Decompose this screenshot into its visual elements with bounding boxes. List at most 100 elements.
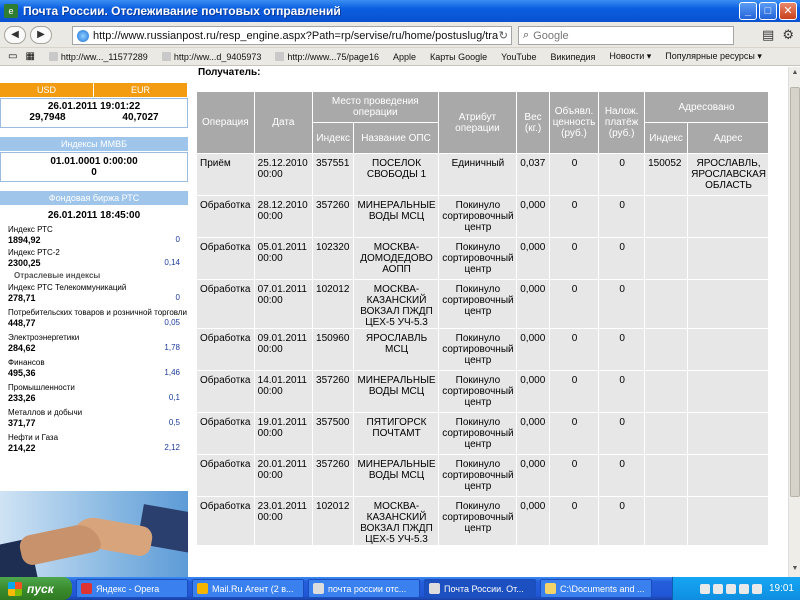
window-titlebar[interactable]: e Почта России. Отслеживание почтовых от… (0, 0, 800, 22)
index-item[interactable]: Потребительских товаров и розничной торг… (0, 308, 188, 328)
cell-index: 357500 (313, 413, 354, 454)
taskbar-item[interactable]: Яндекс - Opera (76, 579, 188, 598)
index-item[interactable]: Индекс РТС Телекоммуникаций 278,71 0 (0, 283, 188, 303)
cell-attribute: Покинуло сортировочный центр (438, 196, 517, 237)
book-icon[interactable]: ▭ (8, 51, 17, 62)
table-row: Обработка 20.01.2011 00:00 357260 МИНЕРАЛЬН… (197, 455, 768, 496)
scroll-down-icon[interactable]: ▼ (790, 565, 800, 575)
browser-icon (313, 583, 324, 594)
maximize-button[interactable]: □ (759, 2, 777, 20)
url-text[interactable]: http://www.russianpost.ru/resp_engine.as… (93, 30, 498, 42)
cell-weight: 0,000 (517, 196, 549, 237)
minimize-button[interactable]: _ (739, 2, 757, 20)
col-addr-index: Индекс (645, 123, 688, 153)
cell-declared: 0 (549, 154, 599, 195)
table-row: Обработка 14.01.2011 00:00 357260 МИНЕРАЛЬН… (197, 371, 768, 412)
index-change: 1,78 (164, 343, 180, 352)
scroll-thumb[interactable] (790, 87, 800, 497)
cell-ops-name: ПЯТИГОРСК ПОЧТАМТ (354, 413, 438, 454)
scroll-up-icon[interactable]: ▲ (790, 69, 800, 79)
sector-heading: Отраслевые индексы (14, 271, 101, 280)
bookmark-item[interactable]: Популярные ресурсы ▾ (665, 51, 762, 62)
cell-index: 102012 (313, 280, 354, 328)
cell-declared: 0 (549, 329, 599, 370)
bookmark-item[interactable]: http://www...75/page16 (275, 52, 379, 62)
index-item[interactable]: Электроэнергетики 284,62 1,78 (0, 333, 188, 353)
forward-button[interactable]: ▶ (30, 25, 52, 44)
bookmark-item[interactable]: http://ww...d_9405973 (161, 52, 261, 62)
taskbar-item[interactable]: почта россии отс... (308, 579, 420, 598)
cell-operation: Обработка (197, 455, 254, 496)
bookmark-item[interactable]: Карты Google (430, 52, 487, 62)
grid-icon[interactable]: ▦ (25, 51, 34, 62)
cell-date: 28.12.2010 00:00 (254, 196, 313, 237)
taskbar-item[interactable]: Mail.Ru Агент (2 в... (192, 579, 304, 598)
vertical-scrollbar[interactable]: ▲ ▼ (788, 67, 800, 577)
taskbar-item[interactable]: C:\Documents and ... (540, 579, 652, 598)
index-change: 0,1 (168, 393, 180, 402)
bookmark-item[interactable]: YouTube (501, 52, 536, 62)
cell-address (688, 455, 768, 496)
bookmark-item[interactable]: Новости ▾ (609, 51, 651, 62)
index-item[interactable]: Промышленности 233,26 0,1 (0, 383, 188, 403)
cell-date: 25.12.2010 00:00 (254, 154, 313, 195)
col-address: Адрес (688, 123, 768, 153)
cell-cod: 0 (599, 238, 645, 279)
cell-ops-name: ПОСЕЛОК СВОБОДЫ 1 (354, 154, 438, 195)
cell-declared: 0 (549, 280, 599, 328)
index-item[interactable]: Индекс РТС 1894,92 0 (0, 225, 188, 245)
table-row: Обработка 05.01.2011 00:00 102320 МОСКВА-ДО… (197, 238, 768, 279)
cell-date: 07.01.2011 00:00 (254, 280, 313, 328)
cell-declared: 0 (549, 371, 599, 412)
taskbar-item[interactable]: Почта России. От... (424, 579, 536, 598)
rts-box: 26.01.2011 18:45:00 Индекс РТС 1894,92 0… (0, 206, 188, 476)
tray-icon[interactable] (699, 583, 710, 594)
mmvb-date: 01.01.0001 0:00:00 (50, 156, 138, 167)
cell-date: 09.01.2011 00:00 (254, 329, 313, 370)
search-input[interactable]: ⌕ Google (518, 26, 734, 45)
close-button[interactable]: ✕ (779, 2, 797, 20)
bookmark-item[interactable]: Википедия (551, 52, 596, 62)
index-change: 2,12 (164, 443, 180, 452)
back-button[interactable]: ◀ (4, 25, 26, 44)
cell-addr-index (645, 329, 688, 370)
start-button[interactable]: пуск (0, 577, 72, 600)
cell-addr-index (645, 280, 688, 328)
gear-icon[interactable]: ⚙ (782, 27, 794, 43)
cell-attribute: Покинуло сортировочный центр (438, 280, 517, 328)
tracking-table: Операция Дата Место проведения операции … (196, 91, 769, 546)
index-change: 0,14 (164, 258, 180, 267)
tray-icon[interactable] (725, 583, 736, 594)
tray-icon[interactable] (738, 583, 749, 594)
taskbar: пуск Яндекс - Opera Mail.Ru Агент (2 в..… (0, 577, 800, 600)
index-change: 0,5 (168, 418, 180, 427)
page-menu-icon[interactable]: ▤ (762, 27, 774, 43)
currency-box: 26.01.2011 19:01:22 29,7948 40,7027 (0, 98, 188, 128)
cell-address (688, 238, 768, 279)
windows-logo-icon (8, 581, 22, 596)
tray-icon[interactable] (712, 583, 723, 594)
bookmark-item[interactable]: http://ww..._11577289 (48, 52, 148, 62)
cell-date: 19.01.2011 00:00 (254, 413, 313, 454)
cell-addr-index (645, 238, 688, 279)
cell-ops-name: МОСКВА-ДОМОДЕДОВО АОПП (354, 238, 438, 279)
index-item[interactable]: Индекс РТС-2 2300,25 0,14 (0, 248, 188, 268)
search-placeholder: Google (533, 29, 569, 42)
recipient-label: Получатель: (198, 67, 261, 78)
cell-addr-index (645, 455, 688, 496)
tray-icon[interactable] (751, 583, 762, 594)
cell-attribute: Покинуло сортировочный центр (438, 455, 517, 496)
cell-declared: 0 (549, 196, 599, 237)
bookmark-item[interactable]: Apple (393, 52, 416, 62)
index-item[interactable]: Металлов и добычи 371,77 0,5 (0, 408, 188, 428)
address-bar[interactable]: http://www.russianpost.ru/resp_engine.as… (72, 26, 512, 45)
cell-attribute: Покинуло сортировочный центр (438, 329, 517, 370)
currency-header: USD EUR (0, 83, 188, 97)
cell-operation: Обработка (197, 371, 254, 412)
cell-cod: 0 (599, 413, 645, 454)
reload-icon[interactable]: ↻ (499, 29, 508, 42)
favicon-icon (161, 52, 171, 61)
usd-label: USD (0, 83, 94, 97)
index-item[interactable]: Финансов 495,36 1,46 (0, 358, 188, 378)
index-item[interactable]: Нефти и Газа 214,22 2,12 (0, 433, 188, 453)
